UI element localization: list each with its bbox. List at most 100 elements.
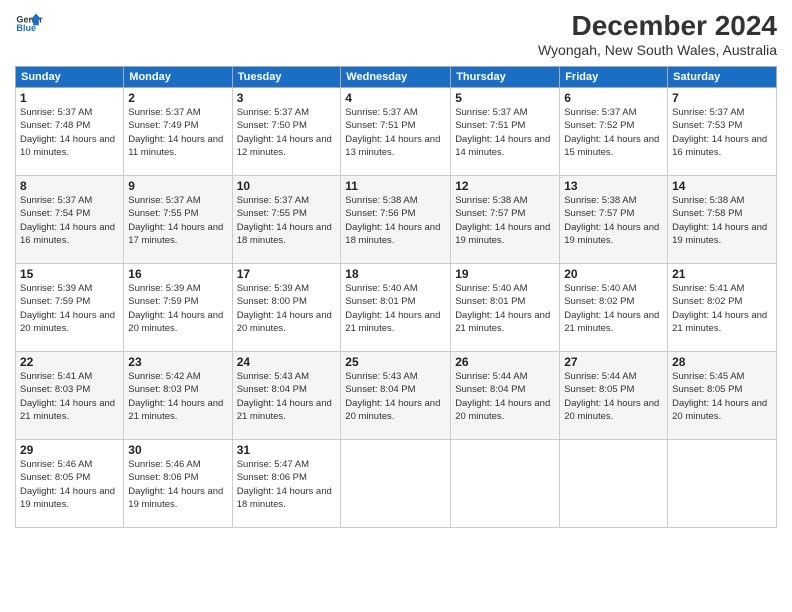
calendar-cell: 3Sunrise: 5:37 AMSunset: 7:50 PMDaylight… <box>232 88 341 176</box>
location: Wyongah, New South Wales, Australia <box>538 42 777 58</box>
page: General Blue December 2024 Wyongah, New … <box>0 0 792 612</box>
day-number: 29 <box>20 443 119 457</box>
calendar-week-row: 8Sunrise: 5:37 AMSunset: 7:54 PMDaylight… <box>16 176 777 264</box>
day-number: 31 <box>237 443 337 457</box>
calendar-cell: 17Sunrise: 5:39 AMSunset: 8:00 PMDayligh… <box>232 264 341 352</box>
title-block: December 2024 Wyongah, New South Wales, … <box>538 10 777 58</box>
calendar-week-row: 22Sunrise: 5:41 AMSunset: 8:03 PMDayligh… <box>16 352 777 440</box>
day-info: Sunrise: 5:37 AMSunset: 7:55 PMDaylight:… <box>237 194 337 247</box>
day-number: 20 <box>564 267 663 281</box>
day-number: 21 <box>672 267 772 281</box>
day-number: 25 <box>345 355 446 369</box>
day-info: Sunrise: 5:43 AMSunset: 8:04 PMDaylight:… <box>237 370 337 423</box>
day-number: 3 <box>237 91 337 105</box>
day-info: Sunrise: 5:39 AMSunset: 8:00 PMDaylight:… <box>237 282 337 335</box>
calendar-cell: 1Sunrise: 5:37 AMSunset: 7:48 PMDaylight… <box>16 88 124 176</box>
day-number: 18 <box>345 267 446 281</box>
calendar-header-thursday: Thursday <box>451 67 560 88</box>
day-number: 30 <box>128 443 227 457</box>
calendar-cell: 6Sunrise: 5:37 AMSunset: 7:52 PMDaylight… <box>560 88 668 176</box>
day-info: Sunrise: 5:40 AMSunset: 8:02 PMDaylight:… <box>564 282 663 335</box>
calendar-cell: 30Sunrise: 5:46 AMSunset: 8:06 PMDayligh… <box>124 440 232 528</box>
calendar-header-tuesday: Tuesday <box>232 67 341 88</box>
day-info: Sunrise: 5:41 AMSunset: 8:03 PMDaylight:… <box>20 370 119 423</box>
calendar-cell: 21Sunrise: 5:41 AMSunset: 8:02 PMDayligh… <box>668 264 777 352</box>
month-title: December 2024 <box>538 10 777 42</box>
calendar-header-monday: Monday <box>124 67 232 88</box>
day-number: 28 <box>672 355 772 369</box>
calendar-header-wednesday: Wednesday <box>341 67 451 88</box>
day-number: 26 <box>455 355 555 369</box>
day-number: 15 <box>20 267 119 281</box>
day-info: Sunrise: 5:44 AMSunset: 8:05 PMDaylight:… <box>564 370 663 423</box>
day-number: 7 <box>672 91 772 105</box>
calendar-cell: 25Sunrise: 5:43 AMSunset: 8:04 PMDayligh… <box>341 352 451 440</box>
day-info: Sunrise: 5:46 AMSunset: 8:06 PMDaylight:… <box>128 458 227 511</box>
day-info: Sunrise: 5:39 AMSunset: 7:59 PMDaylight:… <box>128 282 227 335</box>
calendar-cell: 31Sunrise: 5:47 AMSunset: 8:06 PMDayligh… <box>232 440 341 528</box>
day-info: Sunrise: 5:46 AMSunset: 8:05 PMDaylight:… <box>20 458 119 511</box>
day-number: 1 <box>20 91 119 105</box>
calendar-cell: 28Sunrise: 5:45 AMSunset: 8:05 PMDayligh… <box>668 352 777 440</box>
day-info: Sunrise: 5:37 AMSunset: 7:52 PMDaylight:… <box>564 106 663 159</box>
day-number: 23 <box>128 355 227 369</box>
calendar-cell: 27Sunrise: 5:44 AMSunset: 8:05 PMDayligh… <box>560 352 668 440</box>
day-info: Sunrise: 5:37 AMSunset: 7:48 PMDaylight:… <box>20 106 119 159</box>
calendar-cell: 7Sunrise: 5:37 AMSunset: 7:53 PMDaylight… <box>668 88 777 176</box>
calendar: SundayMondayTuesdayWednesdayThursdayFrid… <box>15 66 777 528</box>
calendar-cell: 11Sunrise: 5:38 AMSunset: 7:56 PMDayligh… <box>341 176 451 264</box>
day-info: Sunrise: 5:40 AMSunset: 8:01 PMDaylight:… <box>455 282 555 335</box>
day-info: Sunrise: 5:37 AMSunset: 7:55 PMDaylight:… <box>128 194 227 247</box>
calendar-cell: 5Sunrise: 5:37 AMSunset: 7:51 PMDaylight… <box>451 88 560 176</box>
day-number: 5 <box>455 91 555 105</box>
calendar-cell: 19Sunrise: 5:40 AMSunset: 8:01 PMDayligh… <box>451 264 560 352</box>
day-info: Sunrise: 5:37 AMSunset: 7:51 PMDaylight:… <box>345 106 446 159</box>
day-info: Sunrise: 5:38 AMSunset: 7:58 PMDaylight:… <box>672 194 772 247</box>
day-number: 24 <box>237 355 337 369</box>
day-number: 10 <box>237 179 337 193</box>
calendar-cell <box>451 440 560 528</box>
calendar-header-sunday: Sunday <box>16 67 124 88</box>
day-number: 19 <box>455 267 555 281</box>
calendar-cell: 4Sunrise: 5:37 AMSunset: 7:51 PMDaylight… <box>341 88 451 176</box>
calendar-cell: 16Sunrise: 5:39 AMSunset: 7:59 PMDayligh… <box>124 264 232 352</box>
calendar-cell: 10Sunrise: 5:37 AMSunset: 7:55 PMDayligh… <box>232 176 341 264</box>
day-info: Sunrise: 5:37 AMSunset: 7:51 PMDaylight:… <box>455 106 555 159</box>
day-info: Sunrise: 5:37 AMSunset: 7:54 PMDaylight:… <box>20 194 119 247</box>
svg-text:Blue: Blue <box>16 23 36 33</box>
calendar-cell: 2Sunrise: 5:37 AMSunset: 7:49 PMDaylight… <box>124 88 232 176</box>
day-info: Sunrise: 5:45 AMSunset: 8:05 PMDaylight:… <box>672 370 772 423</box>
calendar-cell: 8Sunrise: 5:37 AMSunset: 7:54 PMDaylight… <box>16 176 124 264</box>
calendar-cell: 24Sunrise: 5:43 AMSunset: 8:04 PMDayligh… <box>232 352 341 440</box>
calendar-cell: 13Sunrise: 5:38 AMSunset: 7:57 PMDayligh… <box>560 176 668 264</box>
calendar-cell <box>560 440 668 528</box>
day-number: 9 <box>128 179 227 193</box>
calendar-cell: 23Sunrise: 5:42 AMSunset: 8:03 PMDayligh… <box>124 352 232 440</box>
day-info: Sunrise: 5:38 AMSunset: 7:57 PMDaylight:… <box>455 194 555 247</box>
day-info: Sunrise: 5:47 AMSunset: 8:06 PMDaylight:… <box>237 458 337 511</box>
calendar-cell: 12Sunrise: 5:38 AMSunset: 7:57 PMDayligh… <box>451 176 560 264</box>
calendar-header-friday: Friday <box>560 67 668 88</box>
calendar-cell: 22Sunrise: 5:41 AMSunset: 8:03 PMDayligh… <box>16 352 124 440</box>
calendar-cell: 18Sunrise: 5:40 AMSunset: 8:01 PMDayligh… <box>341 264 451 352</box>
day-number: 13 <box>564 179 663 193</box>
day-info: Sunrise: 5:38 AMSunset: 7:57 PMDaylight:… <box>564 194 663 247</box>
day-number: 2 <box>128 91 227 105</box>
header: General Blue December 2024 Wyongah, New … <box>15 10 777 58</box>
day-info: Sunrise: 5:41 AMSunset: 8:02 PMDaylight:… <box>672 282 772 335</box>
day-info: Sunrise: 5:38 AMSunset: 7:56 PMDaylight:… <box>345 194 446 247</box>
calendar-week-row: 1Sunrise: 5:37 AMSunset: 7:48 PMDaylight… <box>16 88 777 176</box>
day-number: 16 <box>128 267 227 281</box>
day-info: Sunrise: 5:43 AMSunset: 8:04 PMDaylight:… <box>345 370 446 423</box>
calendar-cell: 20Sunrise: 5:40 AMSunset: 8:02 PMDayligh… <box>560 264 668 352</box>
day-number: 11 <box>345 179 446 193</box>
calendar-week-row: 29Sunrise: 5:46 AMSunset: 8:05 PMDayligh… <box>16 440 777 528</box>
calendar-cell: 15Sunrise: 5:39 AMSunset: 7:59 PMDayligh… <box>16 264 124 352</box>
day-info: Sunrise: 5:37 AMSunset: 7:49 PMDaylight:… <box>128 106 227 159</box>
day-info: Sunrise: 5:44 AMSunset: 8:04 PMDaylight:… <box>455 370 555 423</box>
calendar-cell <box>668 440 777 528</box>
day-number: 22 <box>20 355 119 369</box>
day-number: 12 <box>455 179 555 193</box>
day-number: 27 <box>564 355 663 369</box>
calendar-cell: 26Sunrise: 5:44 AMSunset: 8:04 PMDayligh… <box>451 352 560 440</box>
